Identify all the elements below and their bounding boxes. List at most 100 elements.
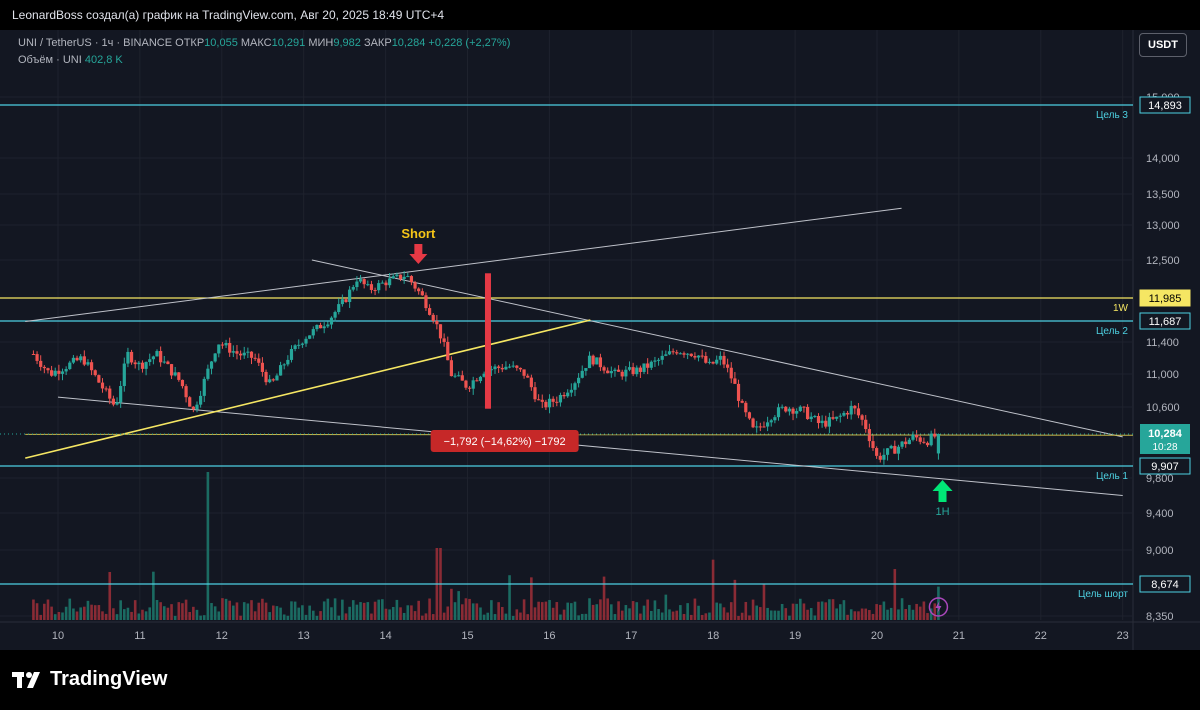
- candle-body: [42, 366, 46, 369]
- volume-bar: [584, 613, 588, 620]
- volume-bar: [864, 608, 868, 620]
- candle-body: [122, 363, 126, 387]
- candle-body: [300, 343, 304, 345]
- volume-bar: [744, 601, 748, 620]
- volume-bar: [370, 613, 373, 620]
- volume-bar: [657, 609, 660, 620]
- y-tick-label: 14,000: [1146, 153, 1180, 165]
- chart-caption: LeonardBoss создал(а) график на TradingV…: [12, 8, 445, 22]
- candle-body: [191, 406, 195, 410]
- volume-bar: [75, 611, 79, 620]
- candle-body: [827, 417, 831, 427]
- volume-bar: [639, 613, 642, 620]
- volume-bar: [508, 575, 511, 620]
- volume-bar: [824, 602, 828, 620]
- candle-body: [889, 445, 893, 449]
- y-tick-label: 9,000: [1146, 545, 1174, 557]
- candle-body: [442, 338, 446, 342]
- level-label: Цель 1: [1096, 471, 1128, 482]
- candle-body: [362, 279, 366, 285]
- candle-body: [624, 369, 628, 377]
- candle-body: [140, 362, 145, 369]
- candle-body: [79, 356, 83, 361]
- volume-bar: [766, 607, 769, 620]
- candle-body: [351, 287, 355, 290]
- volume-bar: [46, 599, 50, 620]
- candle-body: [278, 365, 283, 376]
- candle-body: [420, 291, 424, 296]
- candle-body: [733, 378, 737, 384]
- candle-body: [119, 386, 123, 403]
- volume-bar: [533, 607, 537, 620]
- candle-body: [268, 379, 272, 383]
- candle-body: [675, 352, 679, 354]
- volume-bar: [522, 599, 526, 620]
- candle-body: [402, 276, 406, 280]
- candle-body: [773, 417, 777, 421]
- volume-label[interactable]: Объём · UNI: [18, 54, 82, 66]
- candle-body: [729, 367, 733, 379]
- volume-bar: [653, 600, 657, 620]
- volume-bar: [799, 598, 802, 620]
- volume-bar: [155, 599, 159, 620]
- chart-canvas[interactable]: 15,00014,00013,50013,00012,50011,40011,0…: [0, 30, 1200, 650]
- volume-bar: [900, 598, 904, 620]
- volume-bar: [933, 603, 937, 620]
- volume-bar: [137, 613, 141, 620]
- volume-bar: [319, 611, 322, 620]
- currency-button[interactable]: USDT: [1139, 33, 1187, 57]
- volume-bar: [540, 602, 544, 620]
- candle-body: [406, 276, 410, 278]
- volume-bar: [57, 611, 61, 620]
- volume-bar: [813, 615, 817, 620]
- candle-body: [413, 282, 417, 289]
- candle-body: [435, 320, 439, 325]
- volume-bar: [83, 606, 86, 620]
- volume-bar: [170, 604, 173, 620]
- candle-body: [882, 454, 886, 460]
- volume-bar: [72, 608, 75, 620]
- volume-bar: [660, 612, 664, 620]
- open-label: ОТКР: [175, 37, 205, 49]
- candle-body: [627, 367, 632, 370]
- volume-bar: [195, 609, 199, 620]
- candle-body: [75, 357, 79, 361]
- volume-bar: [624, 605, 628, 620]
- candle-body: [616, 369, 621, 372]
- volume-bar: [617, 601, 620, 620]
- candle-body: [246, 351, 250, 353]
- candle-body: [558, 394, 563, 403]
- candle-body: [638, 367, 642, 372]
- candle-body: [522, 369, 526, 376]
- candle-body: [449, 360, 453, 377]
- volume-bar: [486, 612, 490, 620]
- volume-bar: [279, 607, 282, 620]
- volume-bar: [377, 599, 381, 620]
- volume-bar: [838, 604, 842, 620]
- candle-body: [925, 442, 930, 446]
- candle-body: [904, 441, 908, 445]
- chart-area[interactable]: 15,00014,00013,50013,00012,50011,40011,0…: [0, 30, 1200, 650]
- volume-bar: [333, 598, 337, 620]
- volume-bar: [500, 607, 504, 620]
- candle-body: [31, 354, 36, 355]
- symbol-label[interactable]: UNI / TetherUS · 1ч · BINANCE: [18, 37, 172, 49]
- candle-body: [795, 411, 799, 414]
- candle-body: [820, 420, 824, 424]
- candle-body: [864, 419, 868, 430]
- volume-bar: [272, 605, 275, 620]
- volume-bar: [228, 600, 231, 620]
- volume-bar: [181, 603, 184, 620]
- volume-bar: [875, 604, 878, 620]
- candle-body: [878, 455, 882, 460]
- candle-body: [715, 359, 719, 364]
- x-tick-label: 20: [871, 630, 883, 642]
- candle-body: [915, 434, 919, 438]
- candle-body: [740, 400, 744, 403]
- candle-body: [598, 357, 603, 368]
- volume-bar: [573, 601, 577, 620]
- volume-bar: [926, 613, 929, 620]
- volume-bar: [610, 604, 613, 620]
- candle-body: [217, 344, 221, 354]
- volume-bar: [344, 613, 348, 620]
